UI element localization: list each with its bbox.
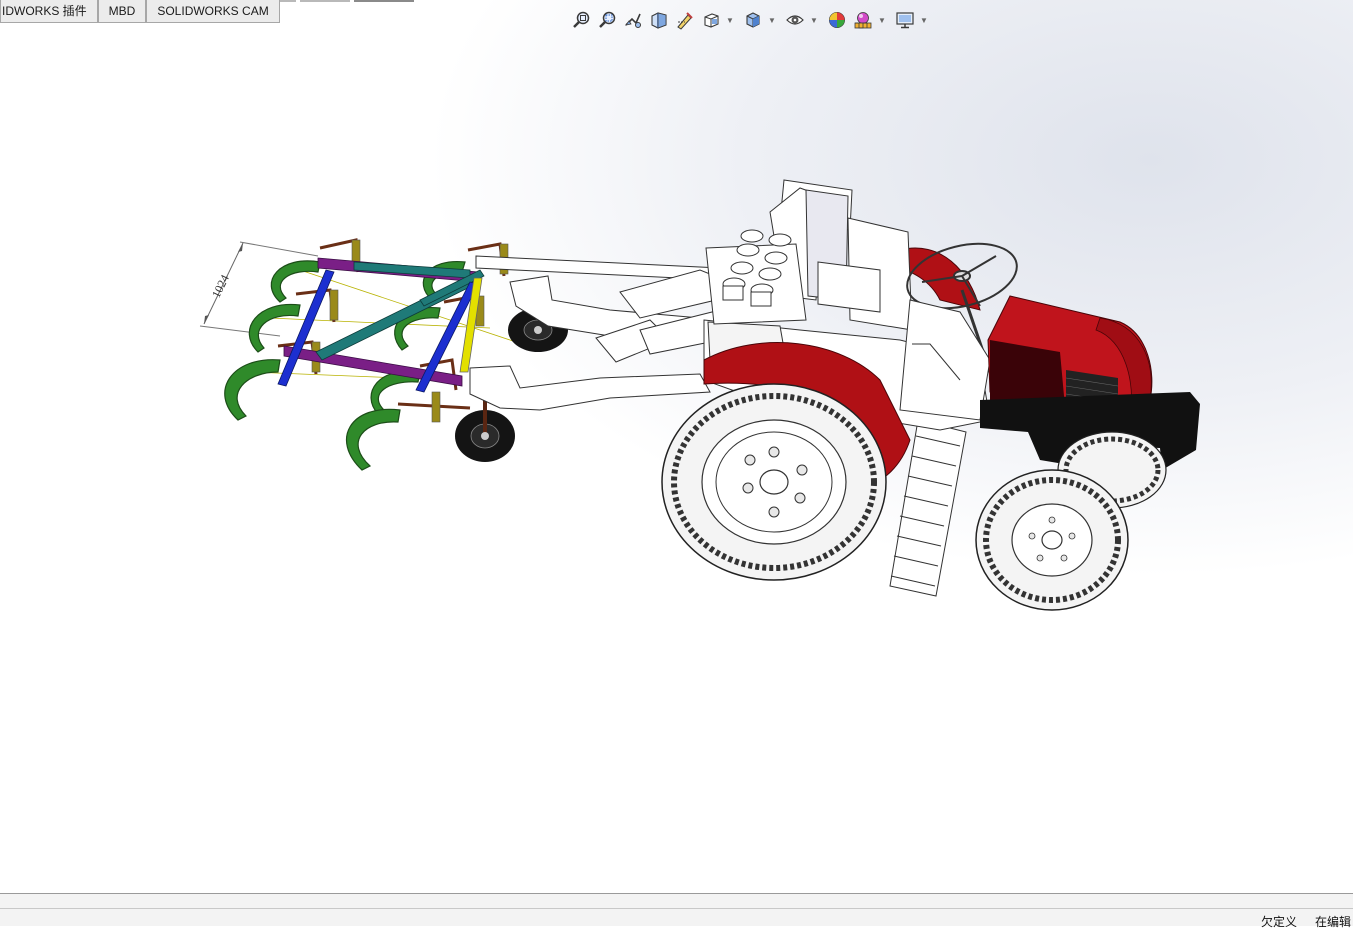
- cultivator-implement[interactable]: [224, 238, 568, 471]
- dynamic-annotation-icon[interactable]: [674, 9, 696, 31]
- status-editing: 在编辑: [1315, 915, 1352, 929]
- status-bar: 欠定义 在编辑: [0, 893, 1353, 929]
- heads-up-view-toolbar: ▼ ▼ ▼ ▼ ▼: [570, 6, 932, 34]
- status-underdefined: 欠定义: [1261, 915, 1298, 929]
- front-wheel: [975, 469, 1129, 611]
- dimension-label[interactable]: 1024: [209, 272, 232, 300]
- chevron-down-icon[interactable]: ▼: [810, 9, 818, 31]
- view-settings-icon[interactable]: [894, 9, 916, 31]
- chevron-down-icon[interactable]: ▼: [768, 9, 776, 31]
- tab-mbd[interactable]: MBD: [97, 0, 147, 23]
- rear-wheel: [661, 383, 887, 581]
- chevron-down-icon[interactable]: ▼: [878, 9, 886, 31]
- chevron-down-icon[interactable]: ▼: [726, 9, 734, 31]
- apply-scene-icon[interactable]: [852, 9, 874, 31]
- zoom-to-area-icon[interactable]: [596, 9, 618, 31]
- tractor-cultivator-model[interactable]: 1024: [0, 0, 1353, 893]
- edit-appearance-icon[interactable]: [826, 9, 848, 31]
- tab-solidworks-cam[interactable]: SOLIDWORKS CAM: [146, 0, 280, 23]
- command-manager-tabs: IDWORKS 插件 MBD SOLIDWORKS CAM: [0, 0, 280, 26]
- tractor[interactable]: [661, 179, 1200, 611]
- hide-show-items-icon[interactable]: [784, 9, 806, 31]
- tab-solidworks-addins[interactable]: IDWORKS 插件: [0, 0, 98, 23]
- display-style-icon[interactable]: [742, 9, 764, 31]
- status-bar-divider: [0, 908, 1353, 909]
- hydraulic-valves: [705, 229, 807, 325]
- view-orientation-icon[interactable]: [700, 9, 722, 31]
- section-view-icon[interactable]: [648, 9, 670, 31]
- graphics-viewport[interactable]: IDWORKS 插件 MBD SOLIDWORKS CAM ▼ ▼ ▼ ▼ ▼ …: [0, 0, 1353, 893]
- chevron-down-icon[interactable]: ▼: [920, 9, 928, 31]
- zoom-to-fit-icon[interactable]: [570, 9, 592, 31]
- previous-view-icon[interactable]: [622, 9, 644, 31]
